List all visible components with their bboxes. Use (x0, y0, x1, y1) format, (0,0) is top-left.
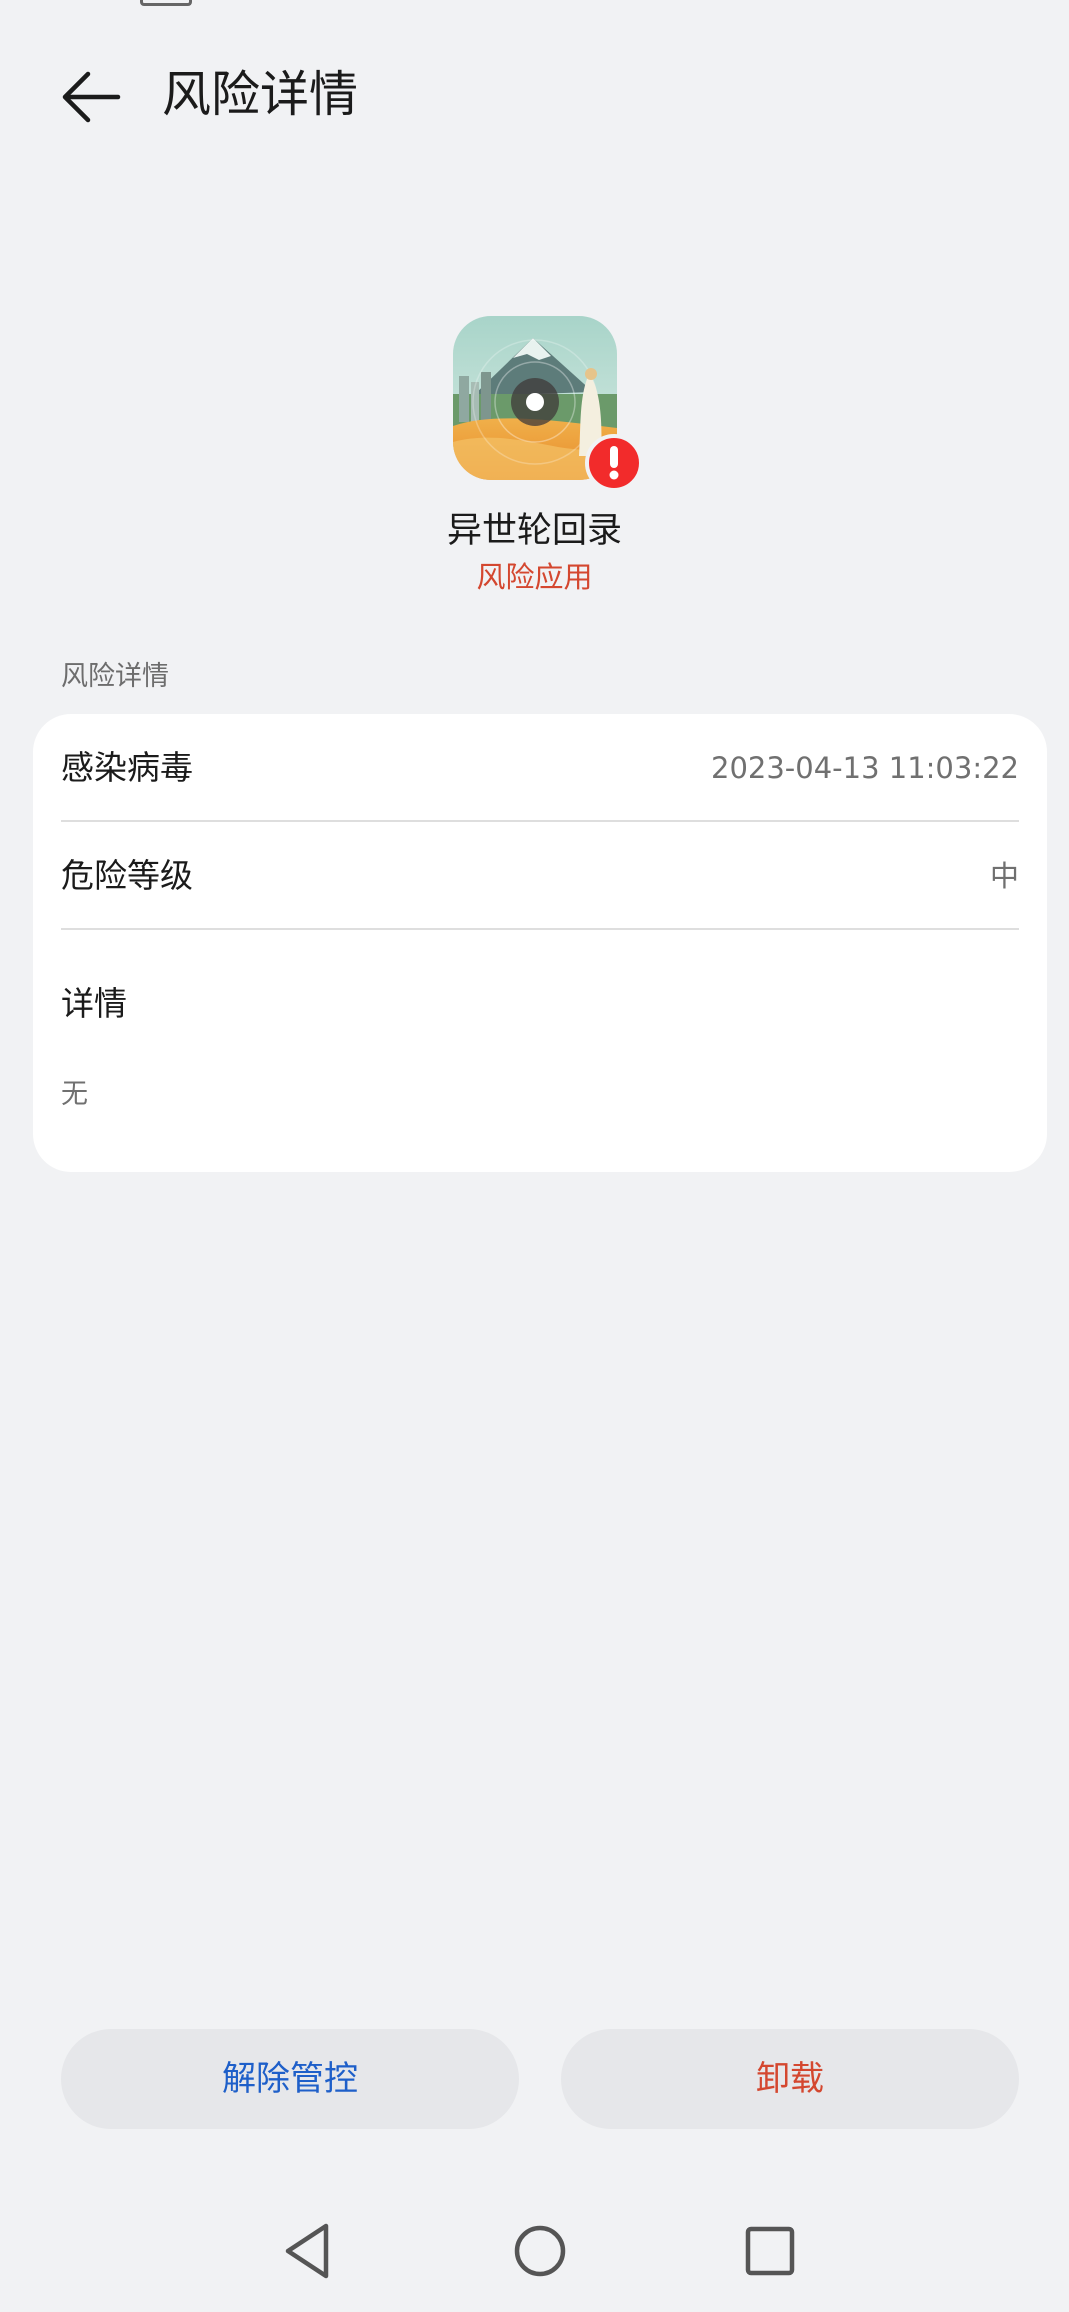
infection-label: 感染病毒 (61, 748, 193, 787)
arrow-left-icon (62, 71, 121, 123)
risk-level-value: 中 (989, 859, 1019, 893)
exclamation-icon (609, 446, 618, 480)
app-risk-label: 风险应用 (476, 560, 593, 594)
app-name: 异世轮回录 (446, 511, 622, 551)
risk-level-row: 危险等级 中 (61, 822, 1019, 930)
section-label: 风险详情 (61, 661, 169, 692)
detail-text: 无 (61, 1079, 88, 1110)
square-recent-icon (745, 2226, 795, 2276)
triangle-back-icon (285, 2223, 329, 2279)
app-icon-container (452, 316, 643, 492)
risk-level-label: 危险等级 (61, 856, 193, 895)
status-icon (140, 0, 192, 6)
uninstall-button[interactable]: 卸载 (561, 2029, 1019, 2129)
system-navigation-bar (0, 2212, 1069, 2290)
nav-home-button[interactable] (501, 2212, 579, 2290)
infection-time: 2023-04-13 11:03:22 (711, 751, 1019, 785)
infection-row: 感染病毒 2023-04-13 11:03:22 (61, 714, 1019, 822)
back-button[interactable] (54, 62, 124, 132)
release-control-button[interactable]: 解除管控 (61, 2029, 519, 2129)
divider (61, 928, 1019, 930)
status-bar (0, 0, 1069, 12)
nav-back-button[interactable] (270, 2212, 348, 2290)
circle-home-icon (514, 2225, 566, 2277)
warning-badge (584, 434, 643, 492)
risk-detail-card: 感染病毒 2023-04-13 11:03:22 危险等级 中 详情 无 (33, 714, 1047, 1172)
app-summary: 异世轮回录 风险应用 (0, 300, 1069, 594)
detail-title: 详情 (61, 984, 127, 1023)
page-title: 风险详情 (162, 66, 359, 123)
nav-recent-button[interactable] (731, 2212, 809, 2290)
header: 风险详情 (0, 40, 1069, 150)
